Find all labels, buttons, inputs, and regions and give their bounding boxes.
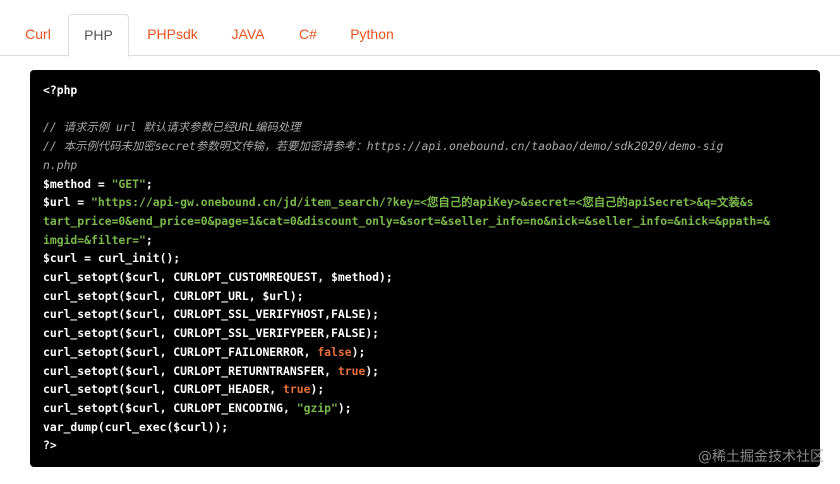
tab-java[interactable]: JAVA	[220, 14, 276, 56]
language-tabs: Curl PHP PHPsdk JAVA C# Python	[0, 0, 840, 57]
code-text: var_dump(curl_exec($curl));	[43, 419, 229, 434]
code-text: curl_setopt($curl, CURLOPT_URL, $url);	[43, 288, 304, 303]
tab-php[interactable]: PHP	[68, 14, 129, 57]
code-text: );	[310, 382, 325, 397]
code-string: tart_price=0&end_price=0&page=1&cat=0&di…	[43, 213, 770, 228]
code-comment: n.php	[43, 157, 78, 172]
code-string: imgid=&filter="	[43, 232, 146, 247]
tab-phpsdk[interactable]: PHPsdk	[135, 14, 210, 56]
code-text: );	[365, 363, 380, 378]
code-string: "https://api-gw.onebound.cn/jd/item_sear…	[91, 195, 754, 210]
code-keyword: false	[317, 344, 352, 359]
code-text: );	[337, 400, 352, 415]
watermark: @稀土掘金技术社区	[698, 449, 824, 465]
code-string: "GET"	[111, 176, 146, 191]
code-text: curl_setopt($curl, CURLOPT_FAILONERROR,	[43, 344, 318, 359]
code-text: curl_setopt($curl, CURLOPT_RETURNTRANSFE…	[43, 363, 338, 378]
code-text: $curl = curl_init();	[43, 251, 181, 266]
code-text: curl_setopt($curl, CURLOPT_SSL_VERIFYHOS…	[43, 307, 380, 322]
tab-curl[interactable]: Curl	[10, 14, 66, 56]
code-block: <?php // 请求示例 url 默认请求参数已经URL编码处理 // 本示例…	[30, 70, 820, 467]
code-text: $url =	[43, 195, 92, 210]
code-text: $method =	[43, 176, 112, 191]
code-keyword: true	[283, 382, 311, 397]
code-text: ;	[145, 176, 153, 191]
code-text: ;	[145, 232, 153, 247]
code-comment: // 请求示例 url 默认请求参数已经URL编码处理	[43, 120, 301, 135]
tab-csharp[interactable]: C#	[286, 14, 330, 56]
code-text: );	[351, 344, 366, 359]
code-content: <?php // 请求示例 url 默认请求参数已经URL编码处理 // 本示例…	[43, 81, 807, 455]
code-text: curl_setopt($curl, CURLOPT_SSL_VERIFYPEE…	[43, 326, 380, 341]
code-string: "gzip"	[296, 400, 338, 415]
php-open-tag: <?php	[43, 83, 78, 97]
code-comment: // 本示例代码未加密secret参数明文传输，若要加密请参考：https://…	[43, 139, 724, 154]
php-close-tag: ?>	[43, 438, 57, 453]
code-text: curl_setopt($curl, CURLOPT_ENCODING,	[43, 400, 297, 415]
code-text: curl_setopt($curl, CURLOPT_CUSTOMREQUEST…	[43, 270, 393, 285]
code-keyword: true	[337, 363, 366, 378]
code-text: curl_setopt($curl, CURLOPT_HEADER,	[43, 382, 284, 397]
tab-python[interactable]: Python	[340, 14, 404, 56]
